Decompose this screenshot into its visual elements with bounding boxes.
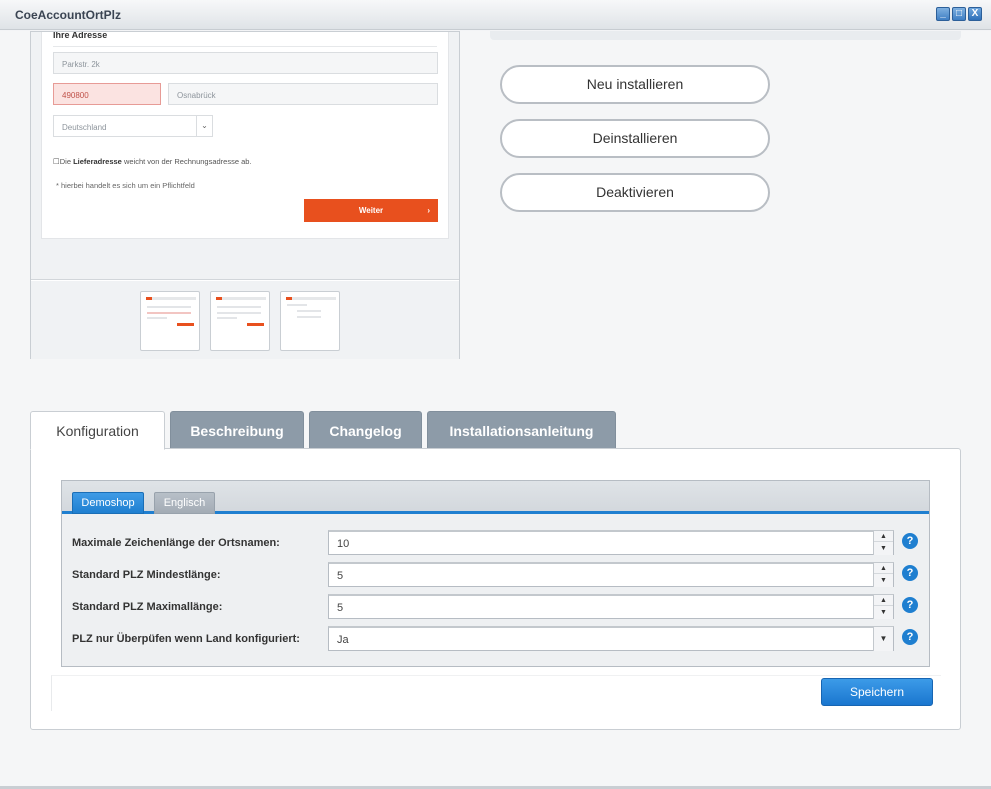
number-spinner: ▲ ▼ (873, 563, 893, 587)
spin-down-icon[interactable]: ▼ (874, 543, 893, 554)
zip-min-length-input[interactable]: 5 ▲ ▼ (328, 562, 894, 587)
zip-max-length-input[interactable]: 5 ▲ ▼ (328, 594, 894, 619)
thumbnail-header (216, 297, 266, 300)
help-icon[interactable]: ? (902, 565, 918, 581)
thumbnail-line (297, 310, 321, 312)
spin-down-icon[interactable]: ▼ (874, 607, 893, 618)
check-only-configured-country-label: PLZ nur Überpüfen wenn Land konfiguriert… (72, 633, 300, 645)
spin-up-icon[interactable]: ▲ (874, 531, 893, 542)
thumbnail-button (177, 323, 194, 326)
deactivate-button[interactable]: Deaktivieren (500, 173, 770, 212)
maximize-icon[interactable]: □ (952, 7, 966, 21)
thumbnail-button (247, 323, 264, 326)
chevron-down-icon: ⌄ (196, 116, 212, 136)
preview-address-form: Ihre Adresse Parkstr. 2k 490800 Osnabrüc… (41, 32, 449, 239)
subtab-demoshop[interactable]: Demoshop (72, 492, 144, 514)
number-spinner: ▲ ▼ (873, 595, 893, 619)
preview-street-field: Parkstr. 2k (53, 52, 438, 74)
window-titlebar: CoeAccountOrtPlz _ □ X (0, 0, 991, 30)
max-city-length-label: Maximale Zeichenlänge der Ortsnamen: (72, 537, 280, 549)
plugin-detail-content: Ihre Adresse Parkstr. 2k 490800 Osnabrüc… (0, 31, 991, 789)
max-city-length-input[interactable]: 10 ▲ ▼ (328, 530, 894, 555)
zip-min-length-value: 5 (337, 570, 344, 582)
preview-checkbox-text-post: weicht von der Rechnungsadresse ab. (121, 157, 252, 166)
zip-max-length-value: 5 (337, 602, 344, 614)
configuration-panel: Demoshop Englisch Maximale Zeichenlänge … (30, 448, 961, 730)
preview-zip-field: 490800 (53, 83, 161, 105)
preview-heading: Ihre Adresse (53, 32, 108, 40)
tab-beschreibung[interactable]: Beschreibung (170, 411, 304, 449)
thumbnail-3[interactable] (280, 291, 340, 351)
thumbnail-logo (216, 297, 222, 300)
help-icon[interactable]: ? (902, 597, 918, 613)
thumbnail-header (286, 297, 336, 300)
uninstall-button[interactable]: Deinstallieren (500, 119, 770, 158)
preview-next-label: Weiter (358, 206, 384, 215)
save-button[interactable]: Speichern (821, 678, 933, 706)
help-icon[interactable]: ? (902, 629, 918, 645)
preview-country-value: Deutschland (62, 123, 107, 132)
thumbnail-strip (31, 281, 459, 359)
thumbnail-line (147, 312, 191, 314)
spin-up-icon[interactable]: ▲ (874, 595, 893, 606)
thumbnail-1[interactable] (140, 291, 200, 351)
config-form: Demoshop Englisch Maximale Zeichenlänge … (61, 480, 930, 667)
thumbnail-line (217, 306, 261, 308)
thumbnail-line (217, 317, 237, 319)
reinstall-button[interactable]: Neu installieren (500, 65, 770, 104)
number-spinner: ▲ ▼ (873, 531, 893, 555)
preview-checkbox-text-pre: Die (59, 157, 74, 166)
checkbox-icon: ☐ (53, 157, 60, 166)
preview-country-select: Deutschland ⌄ (53, 115, 213, 137)
help-icon[interactable]: ? (902, 533, 918, 549)
tab-konfiguration[interactable]: Konfiguration (30, 411, 165, 450)
zip-min-length-label: Standard PLZ Mindestlänge: (72, 569, 221, 581)
check-only-configured-country-select[interactable]: Ja ▼ (328, 626, 894, 651)
chevron-right-icon: › (427, 206, 430, 215)
spin-down-icon[interactable]: ▼ (874, 575, 893, 586)
minimize-icon[interactable]: _ (936, 7, 950, 21)
thumbnail-2[interactable] (210, 291, 270, 351)
window-controls: _ □ X (936, 7, 982, 21)
thumbnail-line (147, 317, 167, 319)
thumbnail-header (146, 297, 196, 300)
preview-main-image[interactable]: Ihre Adresse Parkstr. 2k 490800 Osnabrüc… (31, 32, 459, 280)
subtab-englisch[interactable]: Englisch (154, 492, 215, 514)
thumbnail-line (287, 304, 307, 306)
screenshot-preview: Ihre Adresse Parkstr. 2k 490800 Osnabrüc… (30, 31, 460, 359)
window-title: CoeAccountOrtPlz (15, 8, 122, 22)
thumbnail-logo (146, 297, 152, 300)
thumbnail-line (147, 306, 191, 308)
preview-checkbox-row: ☐Die Lieferadresse weicht von der Rechnu… (53, 157, 252, 166)
preview-required-note: * hierbei handelt es sich um ein Pflicht… (56, 181, 195, 190)
preview-divider (53, 46, 437, 47)
close-icon[interactable]: X (968, 7, 982, 21)
thumbnail-line (297, 316, 321, 318)
tab-changelog[interactable]: Changelog (309, 411, 422, 449)
preview-city-field: Osnabrück (168, 83, 438, 105)
check-only-configured-country-value: Ja (337, 634, 349, 646)
spin-up-icon[interactable]: ▲ (874, 563, 893, 574)
preview-checkbox-text-bold: Lieferadresse (73, 157, 122, 166)
thumbnail-logo (286, 297, 292, 300)
thumbnail-line (217, 312, 261, 314)
shop-subtabs: Demoshop Englisch (62, 481, 929, 514)
max-city-length-value: 10 (337, 538, 350, 550)
form-footer (51, 675, 941, 711)
chevron-down-icon[interactable]: ▼ (873, 627, 893, 651)
actions-panel-top (490, 31, 961, 40)
zip-max-length-label: Standard PLZ Maximallänge: (72, 601, 223, 613)
preview-next-button: Weiter › (304, 199, 438, 222)
tab-installationsanleitung[interactable]: Installationsanleitung (427, 411, 616, 449)
